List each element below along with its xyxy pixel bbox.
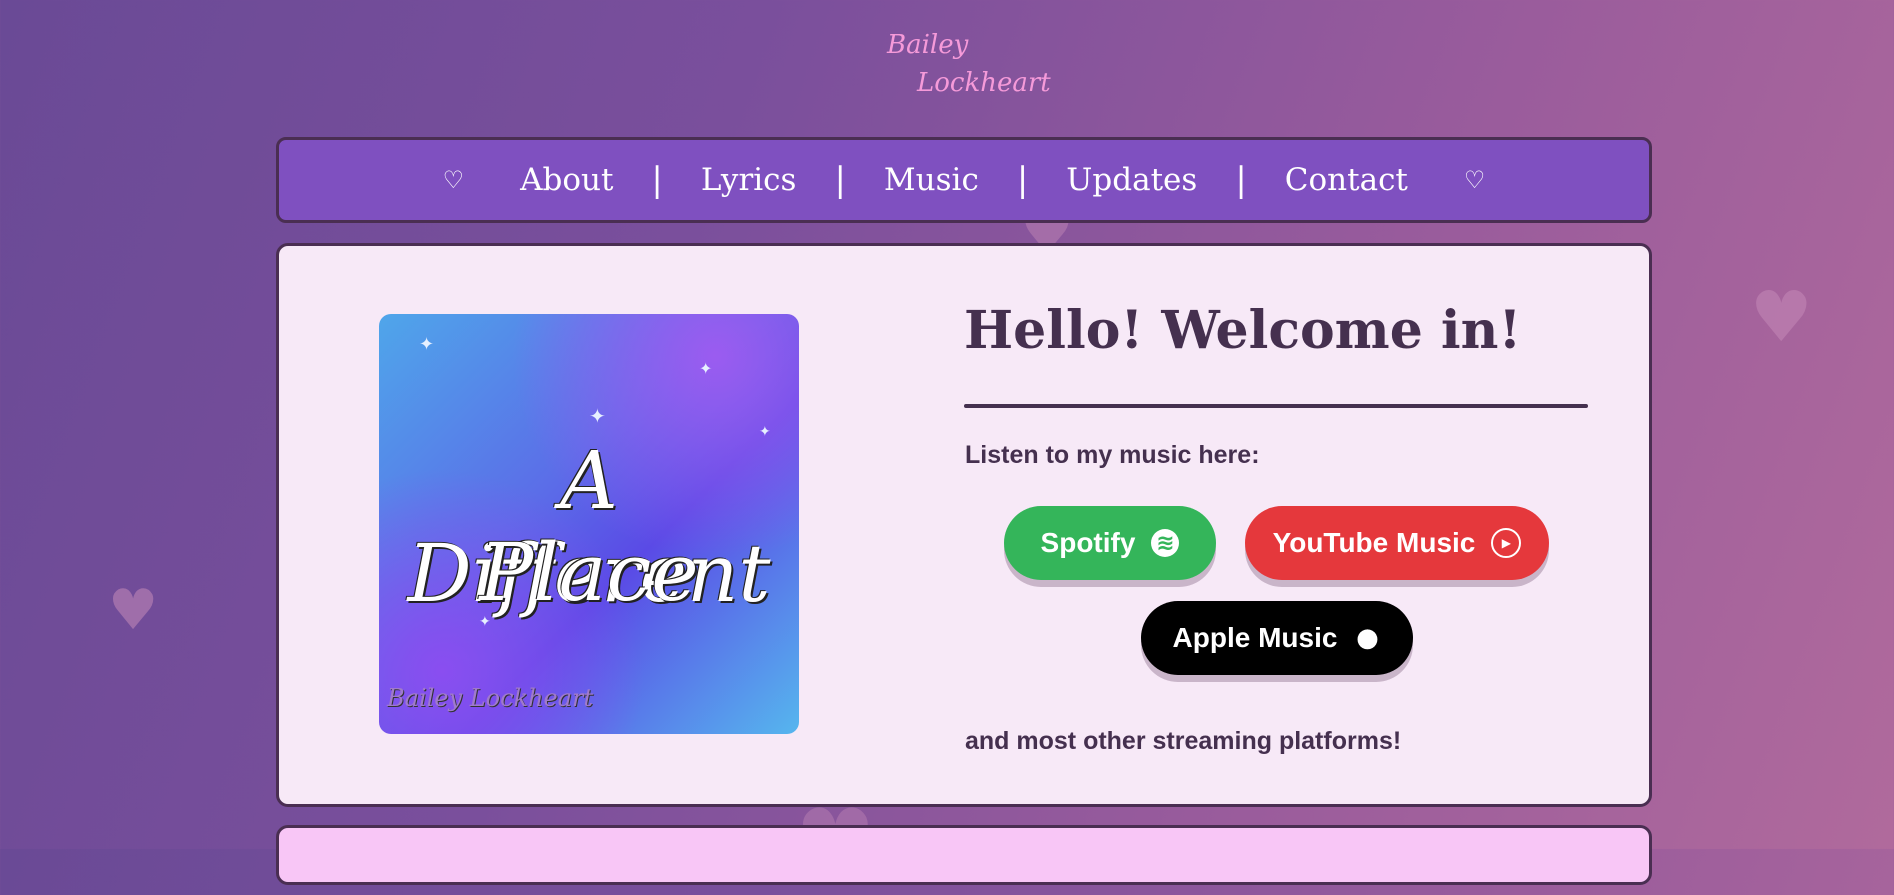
page-title: Hello! Welcome in! (964, 300, 1522, 361)
background-heart-icon: ♥ (108, 578, 159, 643)
nav-item-contact[interactable]: Contact (1247, 162, 1446, 198)
spotify-button-label: Spotify (1040, 527, 1136, 558)
nav-separator: | (1016, 160, 1029, 200)
nav-separator: | (651, 160, 663, 200)
nav-item-lyrics[interactable]: Lyrics (663, 162, 835, 198)
heart-icon: ♡ (442, 166, 465, 194)
spotify-icon: ≋ (1151, 529, 1180, 557)
sparkle-icon: ✦ (589, 404, 606, 428)
spotify-button[interactable]: Spotify ≋ (1004, 506, 1216, 580)
youtube-music-button[interactable]: YouTube Music ▶ (1245, 506, 1549, 580)
album-cover: ✦ ✦ ✦ ✦ ✦ A Different Place Bailey Lockh… (379, 314, 799, 734)
site-logo[interactable]: Bailey Lockheart (885, 26, 1051, 110)
listen-label: Listen to my music here: (965, 441, 1260, 469)
album-signature: Bailey Lockheart (387, 684, 594, 712)
apple-music-button-label: Apple Music (1172, 622, 1338, 653)
nav-item-about[interactable]: About (482, 162, 651, 198)
apple-icon: ● (1356, 623, 1379, 653)
heart-icon: ♡ (1463, 166, 1486, 194)
nav-item-music[interactable]: Music (846, 162, 1017, 198)
sparkle-icon: ✦ (419, 334, 435, 355)
youtube-music-icon: ▶ (1491, 528, 1522, 558)
nav-separator: | (834, 160, 846, 200)
main-navigation: ♡ About | Lyrics | Music | Updates | Con… (276, 137, 1652, 223)
logo-line-2: Lockheart (917, 68, 1051, 98)
background-heart-icon: ♥ (1750, 276, 1813, 358)
nav-item-updates[interactable]: Updates (1028, 162, 1235, 198)
other-platforms-text: and most other streaming platforms! (965, 727, 1402, 755)
next-section-card (276, 825, 1652, 885)
title-divider (964, 404, 1588, 408)
sparkle-icon: ✦ (699, 359, 713, 378)
youtube-music-button-label: YouTube Music (1272, 527, 1476, 558)
album-title-line-2: Place (479, 526, 699, 619)
nav-separator: | (1235, 160, 1247, 200)
logo-line-1: Bailey (887, 30, 969, 60)
apple-music-button[interactable]: Apple Music ● (1141, 601, 1413, 675)
